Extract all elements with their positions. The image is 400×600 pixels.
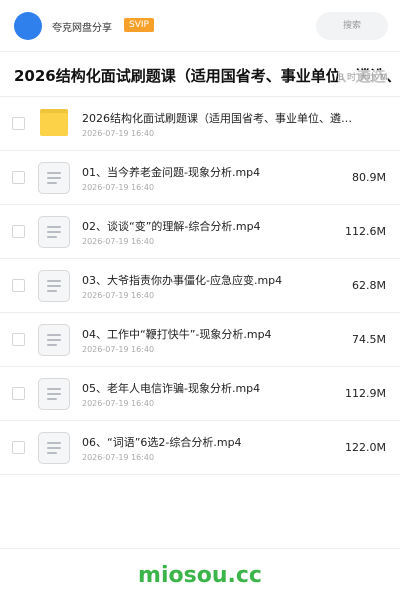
video-file-icon	[38, 216, 70, 248]
file-name: 04、工作中“鞭打快牛”-现象分析.mp4	[82, 328, 272, 341]
search-input[interactable]: 搜索	[316, 12, 388, 40]
svip-badge: SVIP	[124, 18, 154, 32]
list-item[interactable]: 2026结构化面试刷题课（适用国省考、事业单位、遴选、选调） 2026-07-1…	[0, 97, 400, 151]
file-name: 02、谈谈“变”的理解-综合分析.mp4	[82, 220, 261, 233]
file-name: 2026结构化面试刷题课（适用国省考、事业单位、遴选、选调）	[82, 112, 352, 125]
title-row: 2026结构化面试刷题课（适用国省考、事业单位、遴选、选调） B 时 大小 M	[0, 53, 400, 97]
file-size: 80.9M	[352, 171, 386, 184]
list-item[interactable]: 03、大爷指责你办事僵化-应急应变.mp4 2026-07-19 16:40 6…	[0, 259, 400, 313]
row-checkbox[interactable]	[12, 441, 25, 454]
row-checkbox[interactable]	[12, 171, 25, 184]
file-list: 2026结构化面试刷题课（适用国省考、事业单位、遴选、选调） 2026-07-1…	[0, 97, 400, 475]
column-header-overlap: B 时 大小 M	[338, 70, 388, 83]
avatar[interactable]	[14, 12, 42, 40]
file-date: 2026-07-19 16:40	[82, 453, 155, 462]
video-file-icon	[38, 162, 70, 194]
row-checkbox[interactable]	[12, 387, 25, 400]
row-checkbox[interactable]	[12, 279, 25, 292]
video-file-icon	[38, 324, 70, 356]
folder-icon	[38, 108, 70, 140]
footer: miosou.cc	[0, 548, 400, 600]
list-item[interactable]: 02、谈谈“变”的理解-综合分析.mp4 2026-07-19 16:40 11…	[0, 205, 400, 259]
site-watermark: miosou.cc	[138, 563, 262, 588]
top-bar: 夸克网盘分享 SVIP 搜索	[0, 0, 400, 52]
file-size: 112.6M	[345, 225, 386, 238]
video-file-icon	[38, 270, 70, 302]
list-item[interactable]: 05、老年人电信诈骗-现象分析.mp4 2026-07-19 16:40 112…	[0, 367, 400, 421]
file-name: 05、老年人电信诈骗-现象分析.mp4	[82, 382, 261, 395]
file-date: 2026-07-19 16:40	[82, 237, 155, 246]
file-date: 2026-07-19 16:40	[82, 129, 155, 138]
file-date: 2026-07-19 16:40	[82, 183, 155, 192]
file-name: 06、“词语”6选2-综合分析.mp4	[82, 436, 242, 449]
file-size: 112.9M	[345, 387, 386, 400]
row-checkbox[interactable]	[12, 225, 25, 238]
list-item[interactable]: 06、“词语”6选2-综合分析.mp4 2026-07-19 16:40 122…	[0, 421, 400, 475]
site-name: 夸克网盘分享	[52, 23, 112, 34]
row-checkbox[interactable]	[12, 333, 25, 346]
file-size: 62.8M	[352, 279, 386, 292]
file-date: 2026-07-19 16:40	[82, 399, 155, 408]
list-item[interactable]: 04、工作中“鞭打快牛”-现象分析.mp4 2026-07-19 16:40 7…	[0, 313, 400, 367]
file-size: 122.0M	[345, 441, 386, 454]
file-date: 2026-07-19 16:40	[82, 291, 155, 300]
file-name: 03、大爷指责你办事僵化-应急应变.mp4	[82, 274, 283, 287]
search-placeholder: 搜索	[342, 21, 361, 31]
file-name: 01、当今养老金问题-现象分析.mp4	[82, 166, 261, 179]
list-item[interactable]: 01、当今养老金问题-现象分析.mp4 2026-07-19 16:40 80.…	[0, 151, 400, 205]
video-file-icon	[38, 378, 70, 410]
file-date: 2026-07-19 16:40	[82, 345, 155, 354]
video-file-icon	[38, 432, 70, 464]
row-checkbox[interactable]	[12, 117, 25, 130]
file-size: 74.5M	[352, 333, 386, 346]
